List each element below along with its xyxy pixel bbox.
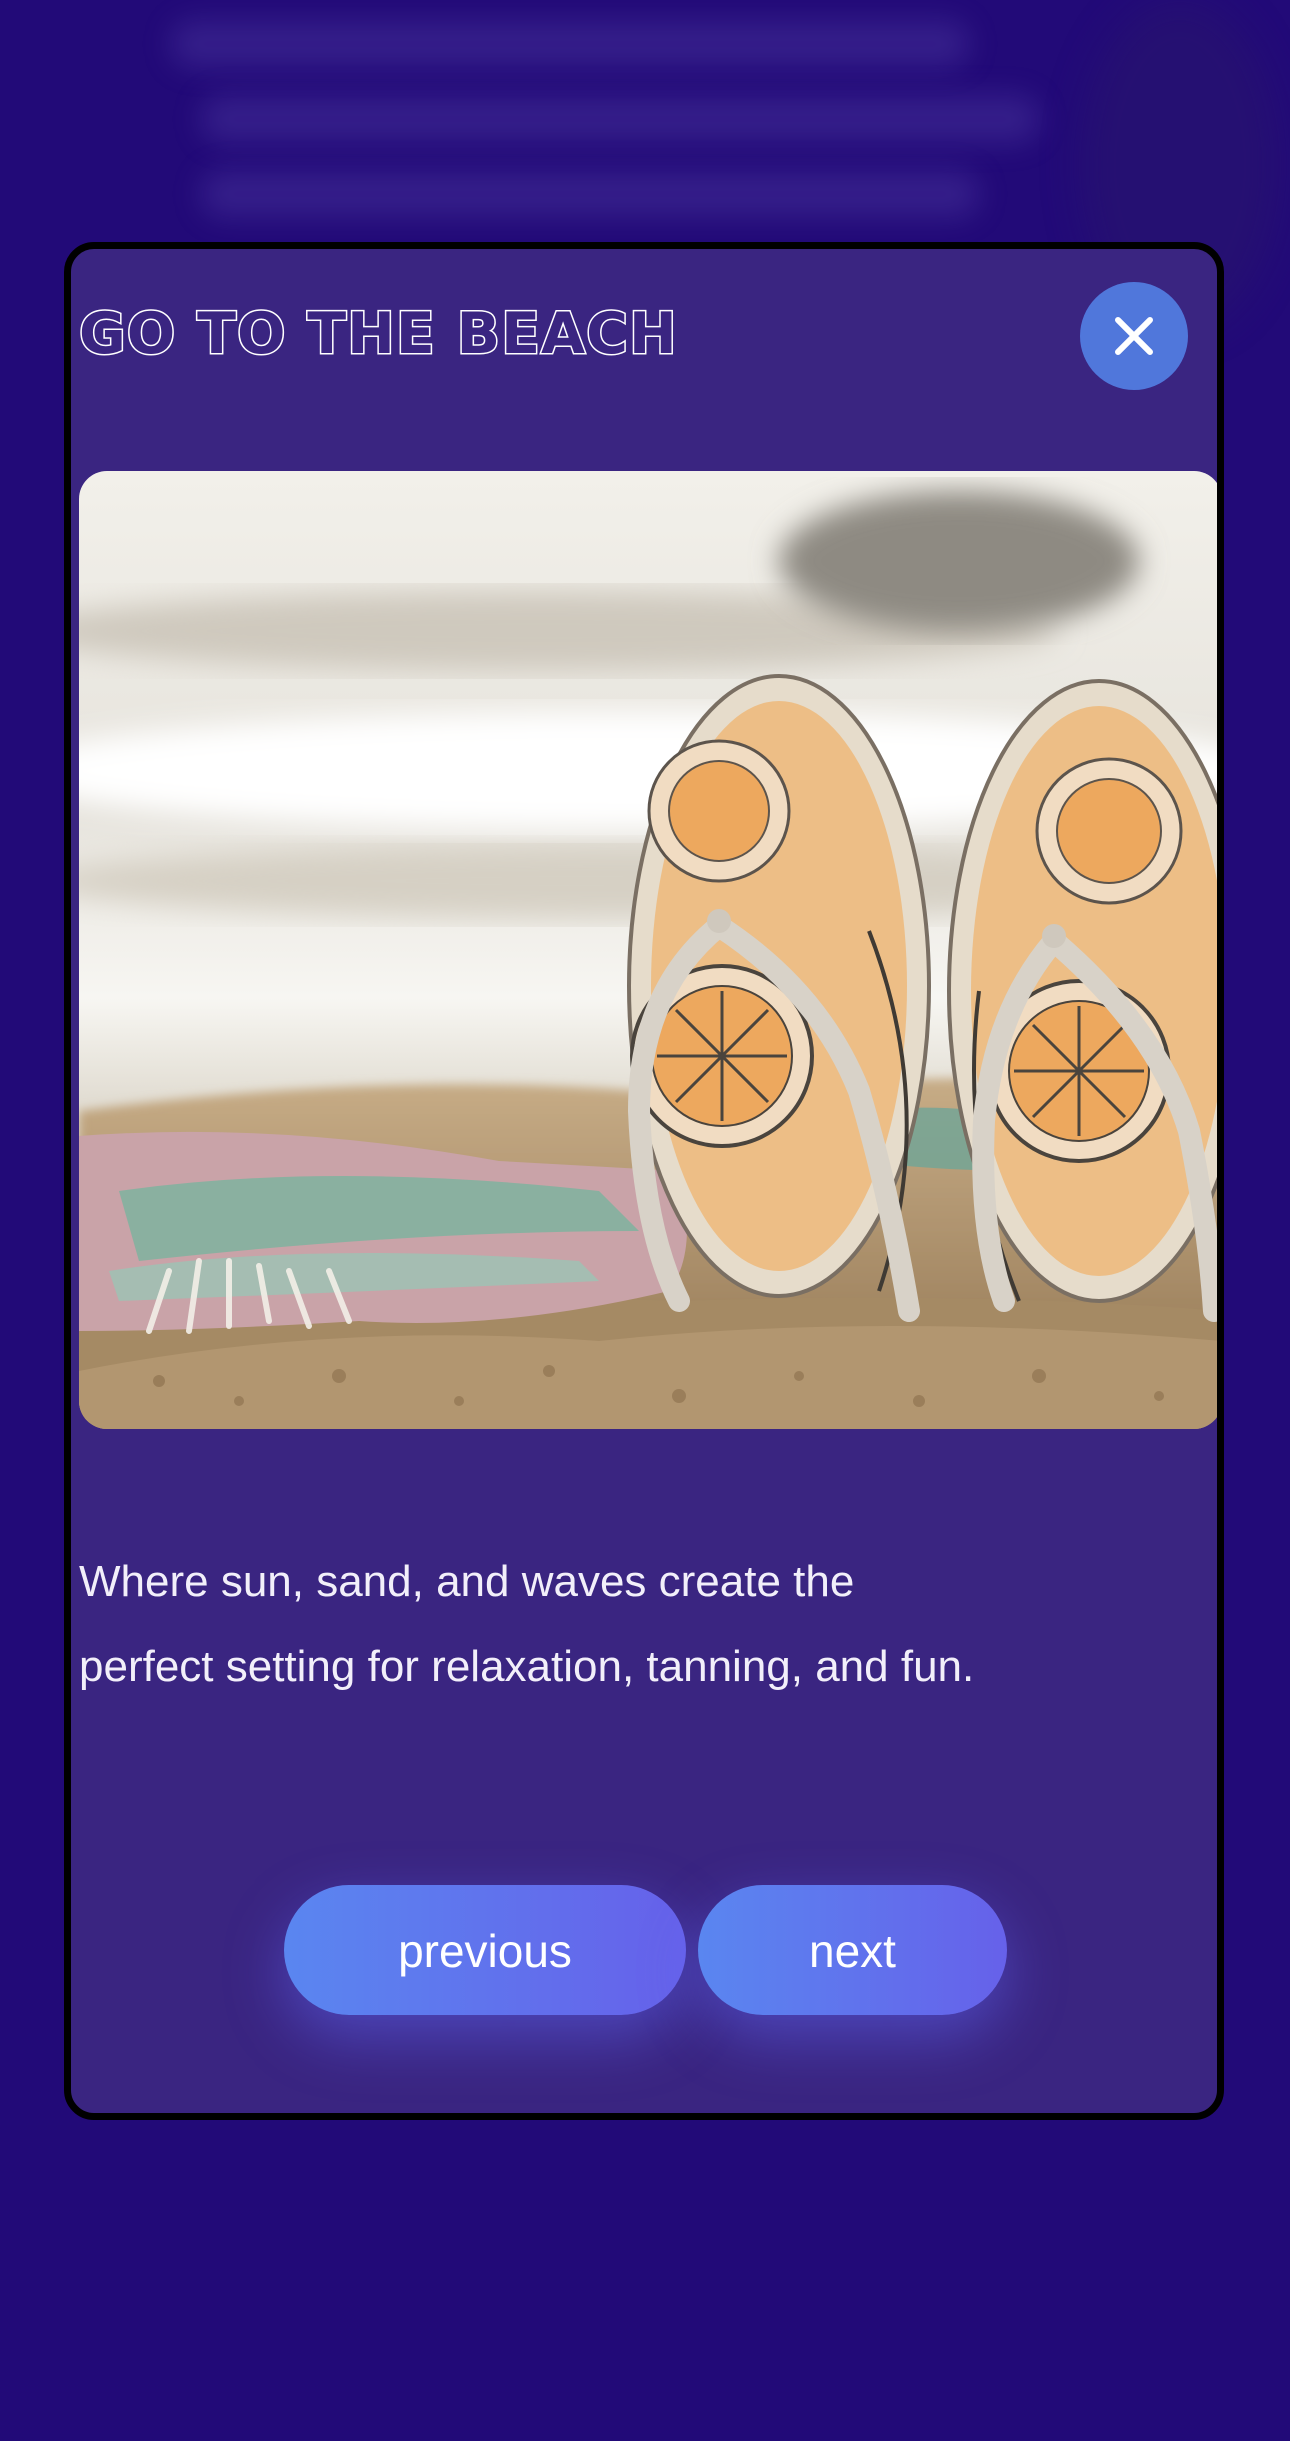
close-button[interactable] bbox=[1080, 282, 1188, 390]
modal-title: GO TO THE BEACH bbox=[78, 300, 679, 369]
beach-photo bbox=[79, 471, 1217, 1429]
close-icon bbox=[1115, 317, 1153, 355]
next-button[interactable]: next bbox=[698, 1885, 1007, 2015]
previous-button[interactable]: previous bbox=[284, 1885, 686, 2015]
activity-modal: GO TO THE BEACH Where sun, sand, and wav… bbox=[64, 242, 1224, 2120]
modal-description: Where sun, sand, and waves create the pe… bbox=[79, 1557, 975, 1691]
